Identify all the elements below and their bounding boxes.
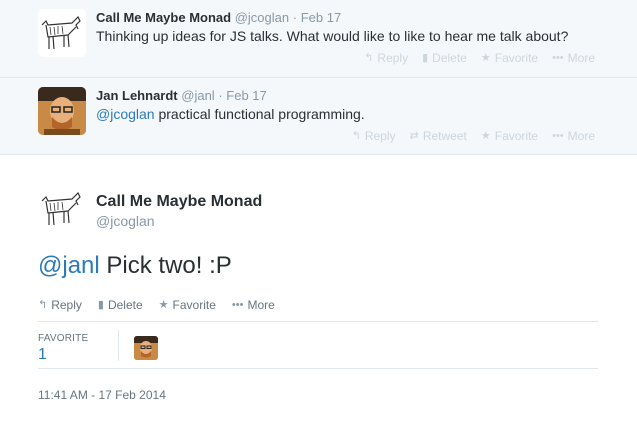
author-name[interactable]: Jan Lehnardt — [96, 88, 178, 103]
author-handle[interactable]: @jcoglan — [96, 213, 155, 229]
tweet-date[interactable]: Feb 17 — [226, 88, 266, 103]
tweet-text: @janl Pick two! :P — [38, 252, 232, 280]
tweet-text-body: practical functional programming. — [154, 106, 365, 122]
favorite-button[interactable]: ★ Favorite — [481, 129, 538, 143]
favorite-button[interactable]: ★ Favorite — [481, 51, 538, 65]
tweet-text: Thinking up ideas for JS talks. What wou… — [96, 28, 569, 44]
favorite-button[interactable]: ★ Favorite — [159, 298, 216, 312]
tweet-text-body: Pick two! :P — [99, 252, 232, 279]
author-handle[interactable]: @janl — [181, 88, 214, 103]
avatar[interactable] — [38, 9, 86, 57]
more-icon: ••• — [552, 129, 564, 142]
favoriter-avatar[interactable] — [134, 336, 158, 360]
reply-button[interactable]: ↰ Reply — [364, 51, 408, 65]
dog-drawing-icon — [41, 15, 81, 50]
conversation-tweet[interactable]: Call Me Maybe Monad @jcoglan · Feb 17 Th… — [0, 0, 637, 78]
reply-icon: ↰ — [38, 298, 48, 311]
favorite-count[interactable]: 1 — [38, 346, 47, 364]
delete-button[interactable]: ▮ Delete — [98, 298, 143, 312]
mention-link[interactable]: @janl — [38, 252, 100, 279]
avatar[interactable] — [38, 185, 86, 233]
trash-icon: ▮ — [97, 298, 104, 311]
delete-button[interactable]: ▮ Delete — [422, 51, 467, 65]
person-photo-icon — [134, 336, 158, 360]
conversation-tweet[interactable]: Jan Lehnardt @janl · Feb 17 @jcoglan pra… — [0, 78, 637, 155]
star-icon: ★ — [158, 298, 169, 311]
author-name[interactable]: Call Me Maybe Monad — [96, 193, 262, 211]
separator: · — [218, 88, 223, 103]
star-icon: ★ — [480, 51, 491, 64]
favorite-stat-label: FAVORITE — [38, 333, 89, 344]
mention-link[interactable]: @jcoglan — [96, 106, 155, 122]
tweet-timestamp[interactable]: 11:41 AM - 17 Feb 2014 — [38, 388, 166, 402]
tweet-actions: ↰ Reply ⇄ Retweet ★ Favorite ••• More — [352, 129, 595, 143]
divider — [118, 330, 119, 361]
retweet-button[interactable]: ⇄ Retweet — [410, 129, 467, 143]
star-icon: ★ — [480, 129, 491, 142]
more-icon: ••• — [552, 51, 564, 64]
tweet-header: Jan Lehnardt @janl · Feb 17 — [96, 88, 267, 103]
reply-button[interactable]: ↰ Reply — [38, 298, 82, 312]
retweet-icon: ⇄ — [409, 129, 419, 142]
more-icon: ••• — [231, 298, 244, 311]
divider — [38, 368, 598, 369]
person-photo-icon — [38, 87, 86, 135]
more-button[interactable]: ••• More — [552, 129, 595, 143]
tweet-header: Call Me Maybe Monad @jcoglan · Feb 17 — [96, 10, 341, 25]
reply-icon: ↰ — [351, 129, 361, 142]
separator: · — [292, 10, 298, 25]
author-handle[interactable]: @jcoglan — [235, 10, 289, 25]
tweet-date[interactable]: Feb 17 — [301, 10, 341, 25]
more-button[interactable]: ••• More — [552, 51, 595, 65]
dog-drawing-icon — [41, 191, 81, 226]
author-name[interactable]: Call Me Maybe Monad — [96, 10, 231, 25]
trash-icon: ▮ — [422, 51, 429, 64]
tweet-actions: ↰ Reply ▮ Delete ★ Favorite ••• More — [364, 51, 595, 65]
reply-button[interactable]: ↰ Reply — [352, 129, 396, 143]
more-button[interactable]: ••• More — [232, 298, 275, 312]
tweet-text: @jcoglan practical functional programmin… — [96, 106, 365, 122]
divider — [38, 321, 598, 322]
reply-icon: ↰ — [364, 51, 374, 64]
tweet-actions: ↰ Reply ▮ Delete ★ Favorite ••• More — [38, 298, 275, 312]
avatar[interactable] — [38, 87, 86, 135]
